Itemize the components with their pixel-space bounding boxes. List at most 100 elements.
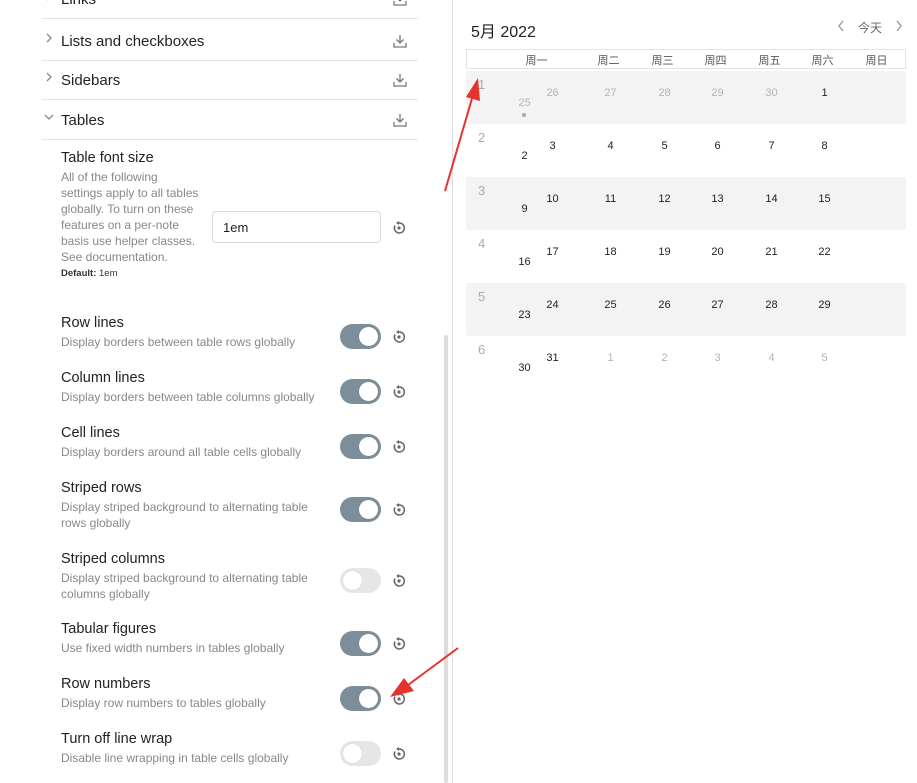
calendar-day[interactable]: 12 [638, 193, 691, 205]
chevron-down-icon [44, 114, 54, 120]
setting-description: Display borders between table rows globa… [61, 335, 296, 349]
calendar-day[interactable]: 18 [584, 246, 637, 258]
week-number[interactable]: 1 [478, 77, 485, 92]
week-number[interactable]: 2 [478, 130, 485, 145]
setting-default: Default: 1em [61, 268, 201, 279]
calendar-day[interactable]: 26 [638, 299, 691, 311]
calendar-day[interactable]: 8 [798, 140, 851, 152]
calendar-day[interactable]: 5 [638, 140, 691, 152]
toggle-knob [359, 382, 378, 401]
calendar-day[interactable]: 22 [798, 246, 851, 258]
tabular-figures-toggle[interactable] [340, 631, 381, 656]
striped-rows-toggle[interactable] [340, 497, 381, 522]
table-font-size-input[interactable] [212, 211, 381, 243]
weekday-label: 周四 [704, 55, 727, 67]
calendar-day[interactable]: 15 [798, 193, 851, 205]
calendar-day[interactable]: 13 [691, 193, 744, 205]
calendar-day[interactable]: 17 [526, 246, 579, 258]
week-number[interactable]: 6 [478, 342, 485, 357]
calendar-day[interactable]: 30 [745, 87, 798, 99]
row-lines-toggle[interactable] [340, 324, 381, 349]
calendar-day[interactable]: 21 [745, 246, 798, 258]
calendar-day[interactable]: 19 [638, 246, 691, 258]
calendar-day[interactable]: 1 [798, 87, 851, 99]
scrollbar[interactable] [444, 335, 448, 783]
setting-description: All of the following settings apply to a… [61, 170, 199, 264]
calendar-day[interactable]: 10 [526, 193, 579, 205]
week-number[interactable]: 4 [478, 236, 485, 251]
calendar-day[interactable]: 5 [798, 352, 851, 364]
reset-icon[interactable] [392, 330, 406, 344]
reset-icon[interactable] [392, 747, 406, 761]
calendar-day[interactable]: 4 [584, 140, 637, 152]
striped-columns-toggle[interactable] [340, 568, 381, 593]
weekday-label: 周日 [865, 55, 888, 67]
calendar-day[interactable]: 4 [745, 352, 798, 364]
calendar-day[interactable]: 25 [584, 299, 637, 311]
week-number[interactable]: 3 [478, 183, 485, 198]
reset-icon[interactable] [392, 503, 406, 517]
reset-icon[interactable] [392, 440, 406, 454]
calendar-day[interactable]: 20 [691, 246, 744, 258]
weekday-header: 周一 周二 周三 周四 周五 周六 周日 [466, 49, 906, 69]
settings-pane: Links Lists and checkboxes Sidebars Tabl… [0, 0, 452, 783]
download-icon[interactable] [392, 72, 408, 88]
row-numbers-toggle[interactable] [340, 686, 381, 711]
section-lists-and-checkboxes[interactable]: Lists and checkboxes [42, 21, 418, 61]
calendar-day[interactable]: 29 [691, 87, 744, 99]
reset-icon[interactable] [392, 574, 406, 588]
download-icon[interactable] [392, 0, 408, 7]
chevron-right-icon [46, 72, 52, 82]
setting-title: Table font size [61, 150, 154, 166]
reset-icon[interactable] [392, 692, 406, 706]
column-lines-toggle[interactable] [340, 379, 381, 404]
setting-description: Disable line wrapping in table cells glo… [61, 751, 289, 765]
reset-icon[interactable] [392, 637, 406, 651]
calendar-day[interactable]: 24 [526, 299, 579, 311]
note-indicator-dot [522, 113, 526, 117]
download-icon[interactable] [392, 33, 408, 49]
calendar-day[interactable]: 27 [691, 299, 744, 311]
reset-icon[interactable] [392, 385, 406, 399]
toggle-knob [359, 437, 378, 456]
chevron-right-icon[interactable] [893, 18, 905, 34]
week-number[interactable]: 5 [478, 289, 485, 304]
section-tables[interactable]: Tables [42, 100, 418, 140]
calendar-day[interactable]: 26 [526, 87, 579, 99]
calendar-day[interactable]: 6 [691, 140, 744, 152]
weekday-label: 周五 [758, 55, 781, 67]
setting-description: Display striped background to alternatin… [61, 500, 308, 530]
cell-lines-toggle[interactable] [340, 434, 381, 459]
calendar-day[interactable]: 27 [584, 87, 637, 99]
calendar-day[interactable]: 29 [798, 299, 851, 311]
setting-description: Use fixed width numbers in tables global… [61, 641, 285, 655]
weekday-label: 周二 [597, 55, 620, 67]
setting-description: Display borders around all table cells g… [61, 445, 302, 459]
calendar-day[interactable]: 3 [526, 140, 579, 152]
toggle-knob [359, 327, 378, 346]
turn-off-line-wrap-toggle[interactable] [340, 741, 381, 766]
weekday-label: 周六 [811, 55, 834, 67]
toggle-knob [359, 689, 378, 708]
calendar-day[interactable]: 28 [638, 87, 691, 99]
section-sidebars[interactable]: Sidebars [42, 60, 418, 100]
toggle-knob [343, 744, 362, 763]
reset-icon[interactable] [392, 221, 406, 235]
download-icon[interactable] [392, 112, 408, 128]
calendar-day[interactable]: 2 [638, 352, 691, 364]
calendar-day[interactable]: 11 [584, 193, 637, 205]
default-label: Default: [61, 268, 97, 279]
section-links[interactable]: Links [42, 0, 418, 19]
calendar-day[interactable]: 31 [526, 352, 579, 364]
weekday-label: 周三 [651, 55, 674, 67]
today-button[interactable]: 今天 [858, 19, 882, 36]
calendar-day[interactable]: 3 [691, 352, 744, 364]
calendar-day[interactable]: 1 [584, 352, 637, 364]
calendar-day[interactable]: 28 [745, 299, 798, 311]
calendar-day[interactable]: 7 [745, 140, 798, 152]
chevron-left-icon[interactable] [835, 18, 847, 34]
calendar-day[interactable]: 14 [745, 193, 798, 205]
section-label: Links [61, 0, 96, 8]
section-label: Lists and checkboxes [61, 33, 205, 50]
setting-table-font-size: Table font size All of the following set… [61, 150, 201, 279]
